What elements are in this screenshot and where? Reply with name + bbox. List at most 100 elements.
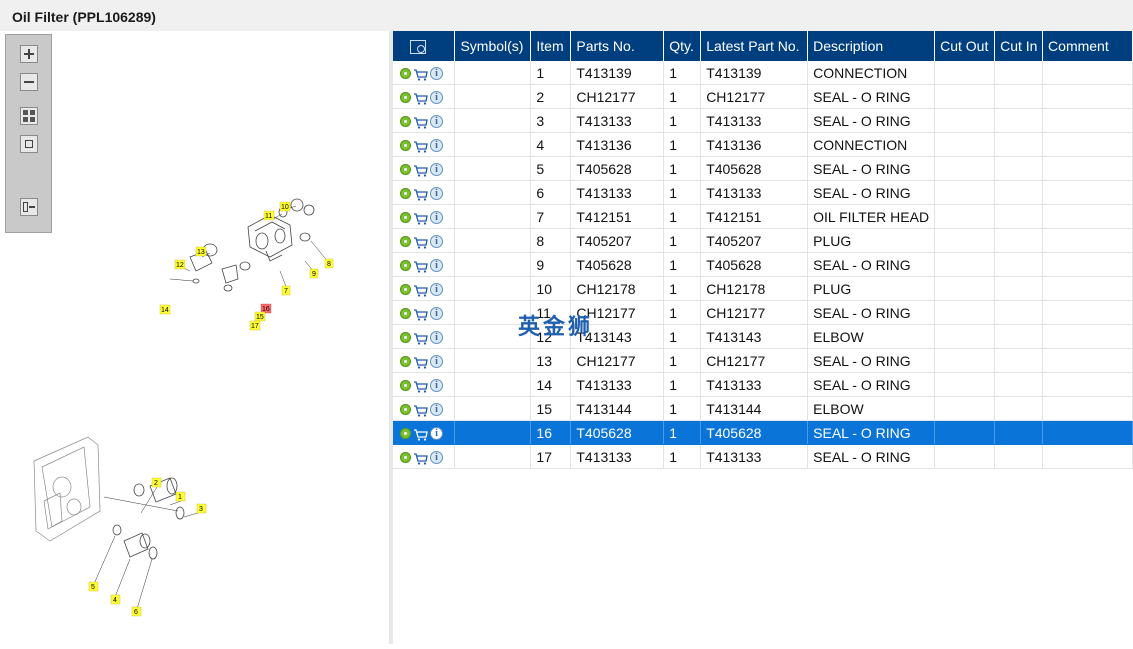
- cart-icon[interactable]: [413, 92, 428, 105]
- gear-icon[interactable]: [400, 92, 411, 104]
- info-icon[interactable]: i: [430, 91, 443, 105]
- table-row[interactable]: i 3 T413133 1 T413133 SEAL - O RING: [393, 108, 1133, 133]
- gear-icon[interactable]: [400, 68, 411, 80]
- col-header-comment[interactable]: Comment: [1042, 31, 1133, 61]
- info-icon[interactable]: i: [430, 115, 443, 129]
- cart-icon[interactable]: [413, 188, 428, 201]
- cart-icon[interactable]: [413, 356, 428, 369]
- cart-icon[interactable]: [413, 332, 428, 345]
- col-header-filter[interactable]: [393, 31, 456, 61]
- info-icon[interactable]: i: [430, 67, 443, 81]
- table-row[interactable]: i 16 T405628 1 T405628 SEAL - O RING: [393, 420, 1133, 445]
- connector-drawing: [112, 477, 185, 560]
- table-row[interactable]: i 5 T405628 1 T405628 SEAL - O RING: [393, 156, 1133, 181]
- gear-icon[interactable]: [400, 308, 411, 320]
- cut-out-cell: [934, 180, 996, 205]
- gear-icon[interactable]: [400, 164, 411, 176]
- info-icon[interactable]: i: [430, 307, 443, 321]
- info-icon[interactable]: i: [430, 403, 443, 417]
- cart-icon[interactable]: [413, 212, 428, 225]
- filter-search-icon[interactable]: [410, 40, 426, 55]
- info-icon[interactable]: i: [430, 187, 443, 201]
- cart-icon[interactable]: [413, 260, 428, 273]
- col-header-parts-no[interactable]: Parts No.: [570, 31, 665, 61]
- zoom-out-icon[interactable]: [20, 73, 38, 91]
- col-header-latest-part-no[interactable]: Latest Part No.: [700, 31, 809, 61]
- info-icon[interactable]: i: [430, 163, 443, 177]
- col-header-symbols[interactable]: Symbol(s): [454, 31, 532, 61]
- table-row[interactable]: i 14 T413133 1 T413133 SEAL - O RING: [393, 372, 1133, 397]
- qty-cell: 1: [663, 84, 702, 109]
- col-header-cut-out[interactable]: Cut Out: [934, 31, 996, 61]
- cart-icon[interactable]: [413, 140, 428, 153]
- info-icon[interactable]: i: [430, 379, 443, 393]
- gear-icon[interactable]: [400, 380, 411, 392]
- qty-cell: 1: [663, 228, 702, 253]
- col-header-description[interactable]: Description: [807, 31, 936, 61]
- col-header-qty[interactable]: Qty.: [663, 31, 702, 61]
- cart-icon[interactable]: [413, 236, 428, 249]
- table-row[interactable]: i 13 CH12177 1 CH12177 SEAL - O RING: [393, 348, 1133, 373]
- qty-cell: 1: [663, 132, 702, 157]
- table-row[interactable]: i 8 T405207 1 T405207 PLUG: [393, 228, 1133, 253]
- table-row[interactable]: i 12 T413143 1 T413143 ELBOW: [393, 324, 1133, 349]
- cart-icon[interactable]: [413, 452, 428, 465]
- row-actions: i: [393, 204, 456, 229]
- info-icon[interactable]: i: [430, 235, 443, 249]
- gear-icon[interactable]: [400, 404, 411, 416]
- gear-icon[interactable]: [400, 236, 411, 248]
- gear-icon[interactable]: [400, 284, 411, 296]
- cart-icon[interactable]: [413, 284, 428, 297]
- gear-icon[interactable]: [400, 332, 411, 344]
- zoom-in-icon[interactable]: [20, 45, 38, 63]
- row-actions: i: [393, 396, 456, 421]
- gear-icon[interactable]: [400, 452, 411, 464]
- export-icon[interactable]: [20, 198, 38, 216]
- cart-icon[interactable]: [413, 68, 428, 81]
- col-header-cut-in[interactable]: Cut In: [994, 31, 1044, 61]
- table-row[interactable]: i 11 CH12177 1 CH12177 SEAL - O RING: [393, 300, 1133, 325]
- cart-icon[interactable]: [413, 308, 428, 321]
- grid-view-icon[interactable]: [20, 107, 38, 125]
- table-row[interactable]: i 4 T413136 1 T413136 CONNECTION: [393, 132, 1133, 157]
- symbols-cell: [454, 84, 532, 109]
- cart-icon[interactable]: [413, 164, 428, 177]
- table-row[interactable]: i 17 T413133 1 T413133 SEAL - O RING: [393, 444, 1133, 469]
- info-icon[interactable]: i: [430, 259, 443, 273]
- table-row[interactable]: i 9 T405628 1 T405628 SEAL - O RING: [393, 252, 1133, 277]
- callouts-top[interactable]: 10 11 9 8 13 12 7 16 14 15 17: [159, 201, 334, 331]
- table-row[interactable]: i 10 CH12178 1 CH12178 PLUG: [393, 276, 1133, 301]
- info-icon[interactable]: i: [430, 355, 443, 369]
- info-icon[interactable]: i: [430, 283, 443, 297]
- gear-icon[interactable]: [400, 212, 411, 224]
- cart-icon[interactable]: [413, 116, 428, 129]
- cart-icon[interactable]: [413, 428, 428, 441]
- fit-window-icon[interactable]: [20, 135, 38, 153]
- info-icon[interactable]: i: [430, 427, 443, 441]
- diagram-panel[interactable]: 10 11 9 8 13 12 7 16 14 15 17 2 1 3 5 4 …: [0, 31, 389, 644]
- row-actions: i: [393, 61, 456, 85]
- cut-in-cell: [994, 396, 1044, 421]
- gear-icon[interactable]: [400, 140, 411, 152]
- gear-icon[interactable]: [400, 260, 411, 272]
- table-row[interactable]: i 6 T413133 1 T413133 SEAL - O RING: [393, 180, 1133, 205]
- exploded-diagram[interactable]: 10 11 9 8 13 12 7 16 14 15 17 2 1 3 5 4 …: [0, 31, 389, 644]
- info-icon[interactable]: i: [430, 451, 443, 465]
- gear-icon[interactable]: [400, 428, 411, 440]
- item-cell: 17: [530, 444, 572, 469]
- gear-icon[interactable]: [400, 188, 411, 200]
- col-header-item[interactable]: Item: [530, 31, 572, 61]
- table-row[interactable]: i 2 CH12177 1 CH12177 SEAL - O RING: [393, 84, 1133, 109]
- description-cell: SEAL - O RING: [807, 444, 936, 469]
- cart-icon[interactable]: [413, 404, 428, 417]
- table-row[interactable]: i 1 T413139 1 T413139 CONNECTION: [393, 61, 1133, 85]
- cart-icon[interactable]: [413, 380, 428, 393]
- gear-icon[interactable]: [400, 116, 411, 128]
- gear-icon[interactable]: [400, 356, 411, 368]
- info-icon[interactable]: i: [430, 139, 443, 153]
- info-icon[interactable]: i: [430, 331, 443, 345]
- qty-cell: 1: [663, 444, 702, 469]
- table-row[interactable]: i 15 T413144 1 T413144 ELBOW: [393, 396, 1133, 421]
- table-row[interactable]: i 7 T412151 1 T412151 OIL FILTER HEAD: [393, 204, 1133, 229]
- info-icon[interactable]: i: [430, 211, 443, 225]
